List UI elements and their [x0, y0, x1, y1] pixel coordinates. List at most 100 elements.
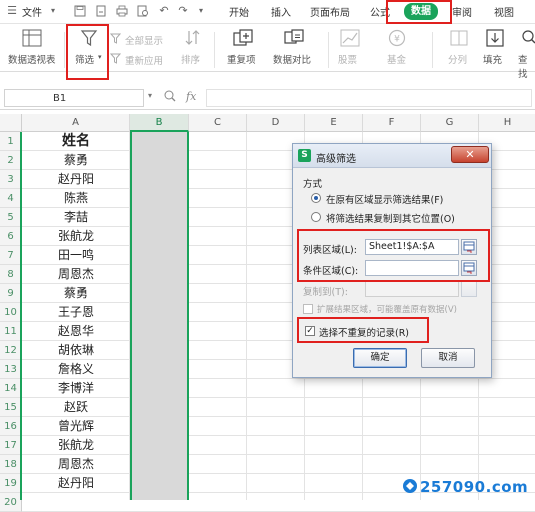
save-icon[interactable] [74, 5, 86, 17]
fund-icon[interactable]: ¥ [388, 29, 406, 50]
print-icon[interactable] [116, 5, 128, 17]
name-cell[interactable]: 胡依琳 [22, 341, 130, 360]
find-button[interactable]: 查找 [518, 52, 535, 80]
stock-button[interactable]: 股票 [338, 52, 357, 66]
name-cell[interactable]: 蔡勇 [22, 284, 130, 303]
close-button[interactable]: ✕ [451, 146, 489, 163]
column-header-h[interactable]: H [479, 114, 535, 132]
data-compare-button[interactable]: 数据对比 [273, 52, 311, 66]
name-cell[interactable]: 李博洋 [22, 379, 130, 398]
tab-view[interactable]: 视图 [494, 4, 514, 19]
file-menu[interactable]: 文件 [22, 4, 42, 19]
row-header-10[interactable]: 10 [0, 303, 22, 322]
row-header-8[interactable]: 8 [0, 265, 22, 284]
row-header-11[interactable]: 11 [0, 322, 22, 341]
chevron-down-icon[interactable]: ▾ [47, 5, 59, 17]
tab-formulas[interactable]: 公式 [370, 4, 390, 19]
fill-button[interactable]: 填充 [483, 52, 502, 66]
pivot-table-icon[interactable] [22, 29, 42, 50]
formula-input[interactable] [206, 89, 532, 107]
criteria-range-input[interactable] [365, 260, 459, 276]
extend-result-checkbox[interactable] [303, 304, 313, 314]
row-header-7[interactable]: 7 [0, 246, 22, 265]
name-cell[interactable]: 蔡勇 [22, 151, 130, 170]
column-header-c[interactable]: C [189, 114, 247, 132]
find-icon[interactable] [521, 29, 535, 50]
ok-button[interactable]: 确定 [353, 348, 407, 368]
duplicates-icon[interactable] [233, 29, 253, 50]
row-header-19[interactable]: 19 [0, 474, 22, 493]
radio-filter-in-place-label[interactable]: 在原有区域显示筛选结果(F) [326, 192, 443, 206]
sort-icon[interactable] [184, 29, 202, 50]
duplicates-button[interactable]: 重复项 [227, 52, 256, 66]
tab-insert[interactable]: 插入 [271, 4, 291, 19]
show-all-icon[interactable] [110, 33, 121, 47]
tab-data[interactable]: 数据 [404, 3, 438, 20]
name-cell[interactable]: 周恩杰 [22, 265, 130, 284]
column-header-f[interactable]: F [363, 114, 421, 132]
redo-icon[interactable]: ↷ [177, 5, 189, 17]
name-cell[interactable]: 张航龙 [22, 436, 130, 455]
row-header-4[interactable]: 4 [0, 189, 22, 208]
copy-to-input[interactable] [365, 281, 459, 297]
cancel-button[interactable]: 取消 [421, 348, 475, 368]
row-header-1[interactable]: 1 [0, 132, 22, 151]
row-header-5[interactable]: 5 [0, 208, 22, 227]
split-column-button[interactable]: 分列 [448, 52, 467, 66]
name-cell[interactable]: 陈燕 [22, 189, 130, 208]
list-range-picker-icon[interactable] [461, 239, 477, 255]
list-range-input[interactable]: Sheet1!$A:$A [365, 239, 459, 255]
name-cell[interactable]: 王子恩 [22, 303, 130, 322]
stock-chart-icon[interactable] [340, 29, 360, 50]
radio-filter-in-place[interactable] [311, 193, 321, 203]
fx-icon[interactable]: fx [186, 90, 196, 103]
name-cell[interactable]: 田一鸣 [22, 246, 130, 265]
export-icon[interactable] [95, 5, 107, 17]
column-header-a[interactable]: A [22, 114, 130, 132]
name-cell[interactable]: 赵恩华 [22, 322, 130, 341]
row-header-2[interactable]: 2 [0, 151, 22, 170]
row-header-17[interactable]: 17 [0, 436, 22, 455]
zoom-icon[interactable] [164, 90, 176, 105]
reapply-button[interactable]: 重新应用 [125, 53, 163, 67]
funnel-icon[interactable] [80, 29, 98, 50]
row-header-12[interactable]: 12 [0, 341, 22, 360]
name-cell[interactable]: 周恩杰 [22, 455, 130, 474]
tab-page-layout[interactable]: 页面布局 [310, 4, 350, 19]
filter-button[interactable]: 筛选 [75, 52, 94, 66]
row-header-20[interactable]: 20 [0, 493, 22, 512]
row-header-13[interactable]: 13 [0, 360, 22, 379]
column-header-g[interactable]: G [421, 114, 479, 132]
customize-arrow-icon[interactable]: ▾ [195, 5, 207, 17]
name-box[interactable]: B1 [4, 89, 144, 107]
sort-button[interactable]: 排序 [181, 52, 200, 66]
column-header-e[interactable]: E [305, 114, 363, 132]
fill-icon[interactable] [486, 29, 504, 50]
column-header-d[interactable]: D [247, 114, 305, 132]
name-cell[interactable]: 李喆 [22, 208, 130, 227]
row-header-16[interactable]: 16 [0, 417, 22, 436]
row-header-14[interactable]: 14 [0, 379, 22, 398]
name-cell[interactable]: 张航龙 [22, 227, 130, 246]
name-cell[interactable]: 曾光辉 [22, 417, 130, 436]
row-header-6[interactable]: 6 [0, 227, 22, 246]
hamburger-icon[interactable]: ☰ [6, 5, 18, 17]
column-a-header-cell[interactable]: 姓名 [22, 132, 130, 151]
tab-review[interactable]: 审阅 [452, 4, 472, 19]
name-box-dropdown-icon[interactable]: ▾ [148, 91, 152, 100]
name-cell[interactable]: 赵跃 [22, 398, 130, 417]
copy-to-picker-icon[interactable] [461, 281, 477, 297]
pivot-table-button[interactable]: 数据透视表 [8, 52, 56, 66]
unique-records-label[interactable]: 选择不重复的记录(R) [319, 325, 409, 339]
row-header-15[interactable]: 15 [0, 398, 22, 417]
split-column-icon[interactable] [450, 29, 468, 50]
radio-copy-to-location[interactable] [311, 212, 321, 222]
reapply-icon[interactable] [110, 53, 121, 67]
tab-home[interactable]: 开始 [229, 4, 249, 19]
column-header-b[interactable]: B [130, 114, 189, 132]
select-all-corner[interactable] [0, 114, 22, 132]
dialog-titlebar[interactable]: S 高级筛选 ✕ [293, 144, 491, 168]
fund-button[interactable]: 基金 [387, 52, 406, 66]
filter-dropdown-icon[interactable]: ▾ [98, 53, 102, 61]
show-all-button[interactable]: 全部显示 [125, 33, 163, 47]
